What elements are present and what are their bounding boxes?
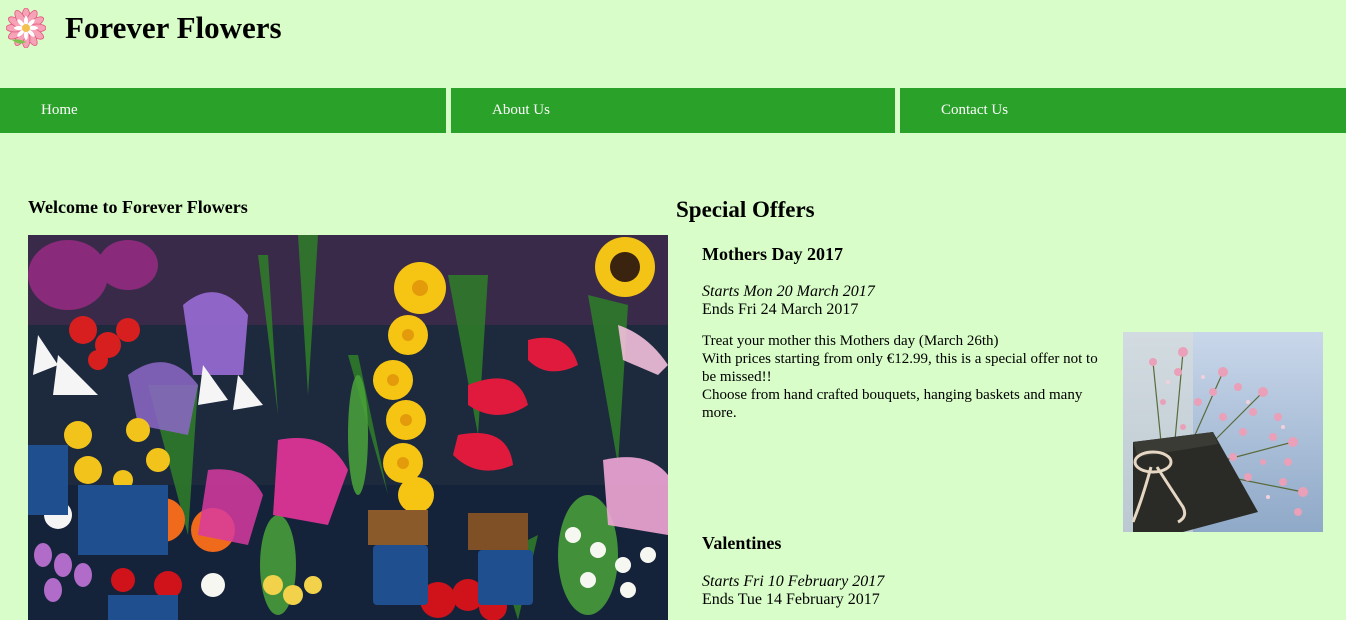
welcome-heading: Welcome to Forever Flowers xyxy=(28,197,248,217)
offer-description: Treat your mother this Mothers day (Marc… xyxy=(702,332,1114,422)
nav-about-us[interactable]: About Us xyxy=(451,88,895,133)
nav-home[interactable]: Home xyxy=(0,88,446,133)
mothers-day-bouquet-photo xyxy=(1123,332,1323,532)
flower-display-image xyxy=(28,235,668,620)
nav-contact-us[interactable]: Contact Us xyxy=(900,88,1346,133)
offer-description-line: Choose from hand crafted bouquets, hangi… xyxy=(702,387,1083,421)
site-header: Forever Flowers xyxy=(0,0,1346,58)
offer-title-mothers-day: Mothers Day 2017 xyxy=(702,244,843,264)
offer-description-line: Treat your mother this Mothers day (Marc… xyxy=(702,333,999,349)
flower-logo-icon[interactable] xyxy=(6,8,46,48)
special-offers-heading: Special Offers xyxy=(676,197,815,222)
flower-display-photo xyxy=(28,235,668,620)
offer-title-valentines: Valentines xyxy=(702,533,782,553)
bouquet-image xyxy=(1123,332,1323,532)
offer-start-date: Starts Mon 20 March 2017 xyxy=(702,283,875,300)
offer-end-date: Ends Tue 14 February 2017 xyxy=(702,591,880,608)
offer-start-date: Starts Fri 10 February 2017 xyxy=(702,573,885,590)
offer-description-line: With prices starting from only €12.99, t… xyxy=(702,351,1098,385)
main-nav: Home About Us Contact Us xyxy=(0,88,1346,133)
offer-end-date: Ends Fri 24 March 2017 xyxy=(702,301,859,318)
site-title: Forever Flowers xyxy=(65,10,282,45)
